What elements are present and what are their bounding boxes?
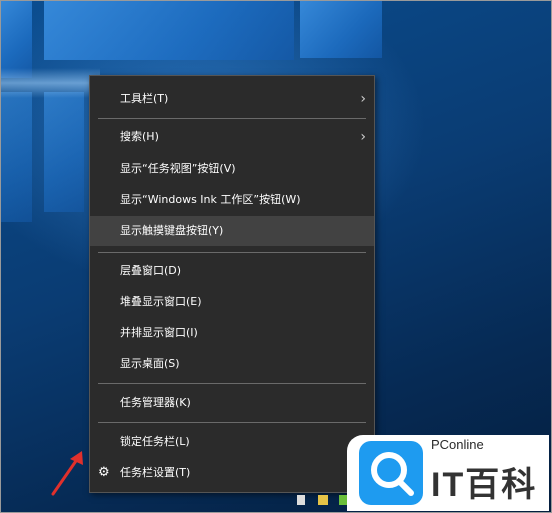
menu-item-label: 搜索(H) <box>120 130 159 143</box>
wallpaper-pane <box>300 0 382 58</box>
menu-item-label: 锁定任务栏(L) <box>120 435 190 448</box>
tray-icon[interactable] <box>339 495 347 505</box>
magnifier-logo-icon <box>359 441 423 505</box>
menu-item-label: 层叠窗口(D) <box>120 264 182 277</box>
menu-separator <box>98 252 366 253</box>
menu-item-show-touch-keyboard-button[interactable]: 显示触摸键盘按钮(Y) <box>90 216 374 246</box>
menu-item-search[interactable]: 搜索(H) › <box>90 122 374 152</box>
chevron-right-icon: › <box>360 91 366 107</box>
menu-item-stack-windows[interactable]: 堆叠显示窗口(E) <box>90 287 374 317</box>
chevron-right-icon: › <box>360 129 366 145</box>
wallpaper-pane <box>44 0 294 60</box>
menu-item-label: 显示触摸键盘按钮(Y) <box>120 224 224 237</box>
menu-item-taskbar-settings[interactable]: ⚙ 任务栏设置(T) <box>90 458 374 488</box>
wallpaper-pane <box>0 92 32 222</box>
menu-item-label: 显示“任务视图”按钮(V) <box>120 162 236 175</box>
wallpaper-pane <box>0 0 32 78</box>
menu-item-lock-taskbar[interactable]: 锁定任务栏(L) <box>90 427 374 457</box>
tray-icon[interactable] <box>297 495 305 505</box>
menu-separator <box>98 422 366 423</box>
watermark-brand-top: PConline <box>431 437 484 452</box>
menu-separator <box>98 383 366 384</box>
menu-item-label: 任务栏设置(T) <box>120 466 191 479</box>
taskbar-context-menu: 工具栏(T) › 搜索(H) › 显示“任务视图”按钮(V) 显示“Window… <box>89 75 375 493</box>
menu-item-label: 显示“Windows Ink 工作区”按钮(W) <box>120 193 301 206</box>
wallpaper-pane <box>44 92 84 212</box>
pconline-watermark: PConline IT百科 <box>347 435 549 511</box>
menu-item-show-desktop[interactable]: 显示桌面(S) <box>90 349 374 379</box>
wallpaper-light-beam <box>0 68 100 98</box>
menu-item-label: 工具栏(T) <box>120 92 169 105</box>
menu-separator <box>98 118 366 119</box>
menu-item-show-task-view-button[interactable]: 显示“任务视图”按钮(V) <box>90 154 374 184</box>
menu-item-side-by-side-windows[interactable]: 并排显示窗口(I) <box>90 318 374 348</box>
menu-item-task-manager[interactable]: 任务管理器(K) <box>90 388 374 418</box>
watermark-brand-main: IT百科 <box>431 466 538 504</box>
menu-item-label: 并排显示窗口(I) <box>120 326 198 339</box>
menu-item-toolbar[interactable]: 工具栏(T) › <box>90 84 374 114</box>
menu-item-label: 任务管理器(K) <box>120 396 191 409</box>
gear-icon: ⚙ <box>98 465 110 480</box>
tray-icon[interactable] <box>318 495 328 505</box>
menu-item-cascade-windows[interactable]: 层叠窗口(D) <box>90 256 374 286</box>
menu-item-label: 显示桌面(S) <box>120 357 180 370</box>
menu-item-show-windows-ink-button[interactable]: 显示“Windows Ink 工作区”按钮(W) <box>90 185 374 215</box>
menu-item-label: 堆叠显示窗口(E) <box>120 295 202 308</box>
pointer-arrow-icon <box>51 451 83 496</box>
